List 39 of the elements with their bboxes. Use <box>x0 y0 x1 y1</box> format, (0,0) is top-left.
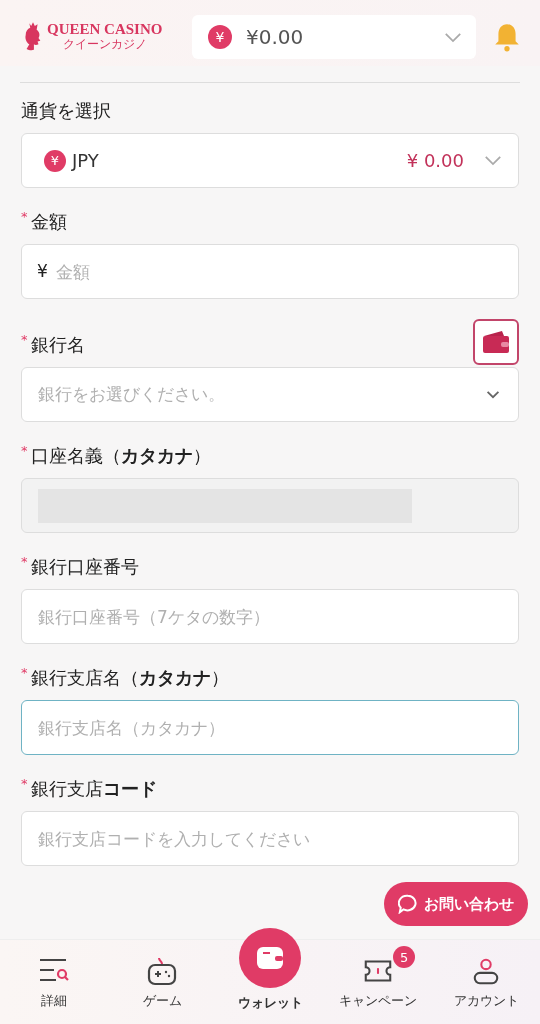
nav-tab[interactable]: アカウント <box>432 940 540 1024</box>
chevron-down-icon <box>484 389 502 400</box>
currency-amount: ¥ 0.00 <box>406 150 464 171</box>
chat-bubble-icon <box>398 894 418 914</box>
field-label: 金額 <box>30 210 67 234</box>
field-label: 銀行名 <box>30 333 85 357</box>
field-label: 通貨を選択 <box>21 99 111 123</box>
required-asterisk: * <box>21 777 28 790</box>
notification-badge: 5 <box>393 946 416 968</box>
logo-text: QUEEN CASINO <box>47 22 163 38</box>
gamepad-icon <box>146 956 178 986</box>
nav-tab[interactable]: ゲーム <box>108 940 216 1024</box>
chevron-down-icon <box>444 31 462 43</box>
field-label: 口座名義（カタカナ） <box>30 444 211 468</box>
balance-amount: ¥0.00 <box>246 25 305 49</box>
field-label: 銀行支店名（カタカナ） <box>30 666 229 690</box>
required-asterisk: * <box>21 210 28 223</box>
currency-select[interactable]: ¥ JPY ¥ 0.00 <box>21 133 519 188</box>
chevron-down-icon <box>484 155 502 166</box>
yen-coin-icon: ¥ <box>44 149 66 172</box>
contact-button[interactable]: お問い合わせ <box>384 882 528 926</box>
wallet-button[interactable] <box>473 319 519 365</box>
nav-tab[interactable]: ウォレット <box>216 928 324 1024</box>
field-label: 銀行支店コード <box>30 777 157 801</box>
input-field[interactable]: 銀行支店名（カタカナ） <box>21 700 519 755</box>
field-label: 銀行口座番号 <box>30 555 139 579</box>
required-asterisk: * <box>21 555 28 568</box>
required-asterisk: * <box>21 666 28 679</box>
required-asterisk: * <box>21 444 28 457</box>
currency-prefix: ¥ <box>37 261 48 281</box>
select-placeholder: 銀行をお選びください。 <box>38 383 225 406</box>
nav-tab[interactable]: 詳細 <box>0 940 108 1024</box>
balance-dropdown[interactable]: ¥ ¥0.00 <box>192 15 476 59</box>
wallet-icon <box>481 330 511 354</box>
logo-subtitle: クイーンカジノ <box>62 37 147 52</box>
currency-code: JPY <box>72 150 100 171</box>
nav-tab[interactable]: 5 キャンペーン <box>324 940 432 1024</box>
yen-coin-icon: ¥ <box>208 25 232 49</box>
required-asterisk: * <box>21 333 28 346</box>
